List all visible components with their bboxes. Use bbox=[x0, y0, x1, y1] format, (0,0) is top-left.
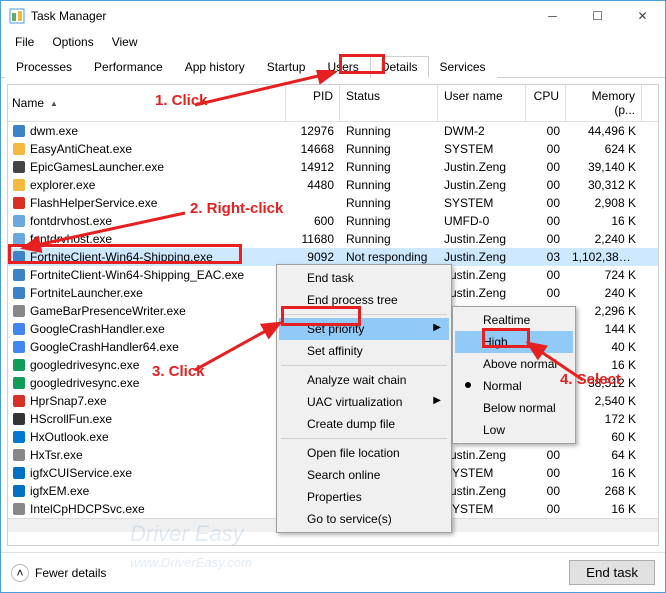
tab-services[interactable]: Services bbox=[429, 56, 497, 78]
window-title: Task Manager bbox=[31, 9, 530, 23]
priority-high[interactable]: High bbox=[455, 331, 573, 353]
ctx-analyze-wait-chain[interactable]: Analyze wait chain bbox=[279, 369, 449, 391]
end-task-button[interactable]: End task bbox=[569, 560, 655, 585]
ctx-create-dump-file[interactable]: Create dump file bbox=[279, 413, 449, 435]
menubar: File Options View bbox=[1, 31, 665, 53]
process-icon bbox=[12, 232, 26, 246]
process-icon bbox=[12, 358, 26, 372]
menu-view[interactable]: View bbox=[104, 33, 146, 51]
ctx-set-affinity[interactable]: Set affinity bbox=[279, 340, 449, 362]
footer: ˄ Fewer details End task bbox=[1, 552, 665, 592]
ctx-set-priority[interactable]: Set priority▶ bbox=[279, 318, 449, 340]
column-headers: Name▲ PID Status User name CPU Memory (p… bbox=[8, 85, 658, 122]
titlebar: Task Manager ─ ☐ ✕ bbox=[1, 1, 665, 31]
ctx-go-to-service-s-[interactable]: Go to service(s) bbox=[279, 508, 449, 530]
process-icon bbox=[12, 502, 26, 516]
col-name[interactable]: Name▲ bbox=[8, 85, 286, 121]
process-icon bbox=[12, 466, 26, 480]
ctx-open-file-location[interactable]: Open file location bbox=[279, 442, 449, 464]
ctx-uac-virtualization[interactable]: UAC virtualization▶ bbox=[279, 391, 449, 413]
ctx-end-task[interactable]: End task bbox=[279, 267, 449, 289]
ctx-search-online[interactable]: Search online bbox=[279, 464, 449, 486]
tab-processes[interactable]: Processes bbox=[5, 56, 83, 78]
table-row[interactable]: fontdrvhost.exe11680RunningJustin.Zeng00… bbox=[8, 230, 658, 248]
context-menu: End taskEnd process tree Set priority▶Set… bbox=[276, 264, 452, 533]
tab-users[interactable]: Users bbox=[316, 56, 369, 78]
table-row[interactable]: dwm.exe12976RunningDWM-20044,496 K bbox=[8, 122, 658, 140]
process-icon bbox=[12, 430, 26, 444]
tab-performance[interactable]: Performance bbox=[83, 56, 174, 78]
priority-above-normal[interactable]: Above normal bbox=[455, 353, 573, 375]
col-user[interactable]: User name bbox=[438, 85, 526, 121]
priority-realtime[interactable]: Realtime bbox=[455, 309, 573, 331]
process-icon bbox=[12, 196, 26, 210]
process-icon bbox=[12, 448, 26, 462]
table-row[interactable]: FlashHelperService.exeRunningSYSTEM002,9… bbox=[8, 194, 658, 212]
chevron-up-icon: ˄ bbox=[11, 564, 29, 582]
table-row[interactable]: EasyAntiCheat.exe14668RunningSYSTEM00624… bbox=[8, 140, 658, 158]
process-icon bbox=[12, 412, 26, 426]
col-cpu[interactable]: CPU bbox=[526, 85, 566, 121]
process-icon bbox=[12, 268, 26, 282]
menu-options[interactable]: Options bbox=[44, 33, 101, 51]
col-status[interactable]: Status bbox=[340, 85, 438, 121]
priority-normal[interactable]: Normal bbox=[455, 375, 573, 397]
tab-startup[interactable]: Startup bbox=[256, 56, 317, 78]
process-icon bbox=[12, 394, 26, 408]
process-icon bbox=[12, 322, 26, 336]
menu-file[interactable]: File bbox=[7, 33, 42, 51]
process-icon bbox=[12, 142, 26, 156]
minimize-button[interactable]: ─ bbox=[530, 1, 575, 31]
process-icon bbox=[12, 250, 26, 264]
table-row[interactable]: fontdrvhost.exe600RunningUMFD-00016 K bbox=[8, 212, 658, 230]
fewer-details-button[interactable]: ˄ Fewer details bbox=[11, 564, 106, 582]
priority-below-normal[interactable]: Below normal bbox=[455, 397, 573, 419]
tab-details[interactable]: Details bbox=[370, 56, 429, 78]
process-icon bbox=[12, 214, 26, 228]
close-button[interactable]: ✕ bbox=[620, 1, 665, 31]
table-row[interactable]: explorer.exe4480RunningJustin.Zeng0030,3… bbox=[8, 176, 658, 194]
process-icon bbox=[12, 304, 26, 318]
process-icon bbox=[12, 286, 26, 300]
priority-low[interactable]: Low bbox=[455, 419, 573, 441]
ctx-end-process-tree[interactable]: End process tree bbox=[279, 289, 449, 311]
priority-submenu: RealtimeHighAbove normalNormalBelow norm… bbox=[452, 306, 576, 444]
maximize-button[interactable]: ☐ bbox=[575, 1, 620, 31]
process-icon bbox=[12, 178, 26, 192]
tab-app-history[interactable]: App history bbox=[174, 56, 256, 78]
table-row[interactable]: EpicGamesLauncher.exe14912RunningJustin.… bbox=[8, 158, 658, 176]
col-mem[interactable]: Memory (p... bbox=[566, 85, 642, 121]
process-icon bbox=[12, 340, 26, 354]
process-icon bbox=[12, 484, 26, 498]
app-icon bbox=[9, 8, 25, 24]
process-icon bbox=[12, 376, 26, 390]
process-icon bbox=[12, 160, 26, 174]
ctx-properties[interactable]: Properties bbox=[279, 486, 449, 508]
col-pid[interactable]: PID bbox=[286, 85, 340, 121]
process-icon bbox=[12, 124, 26, 138]
tab-strip: Processes Performance App history Startu… bbox=[1, 55, 665, 78]
